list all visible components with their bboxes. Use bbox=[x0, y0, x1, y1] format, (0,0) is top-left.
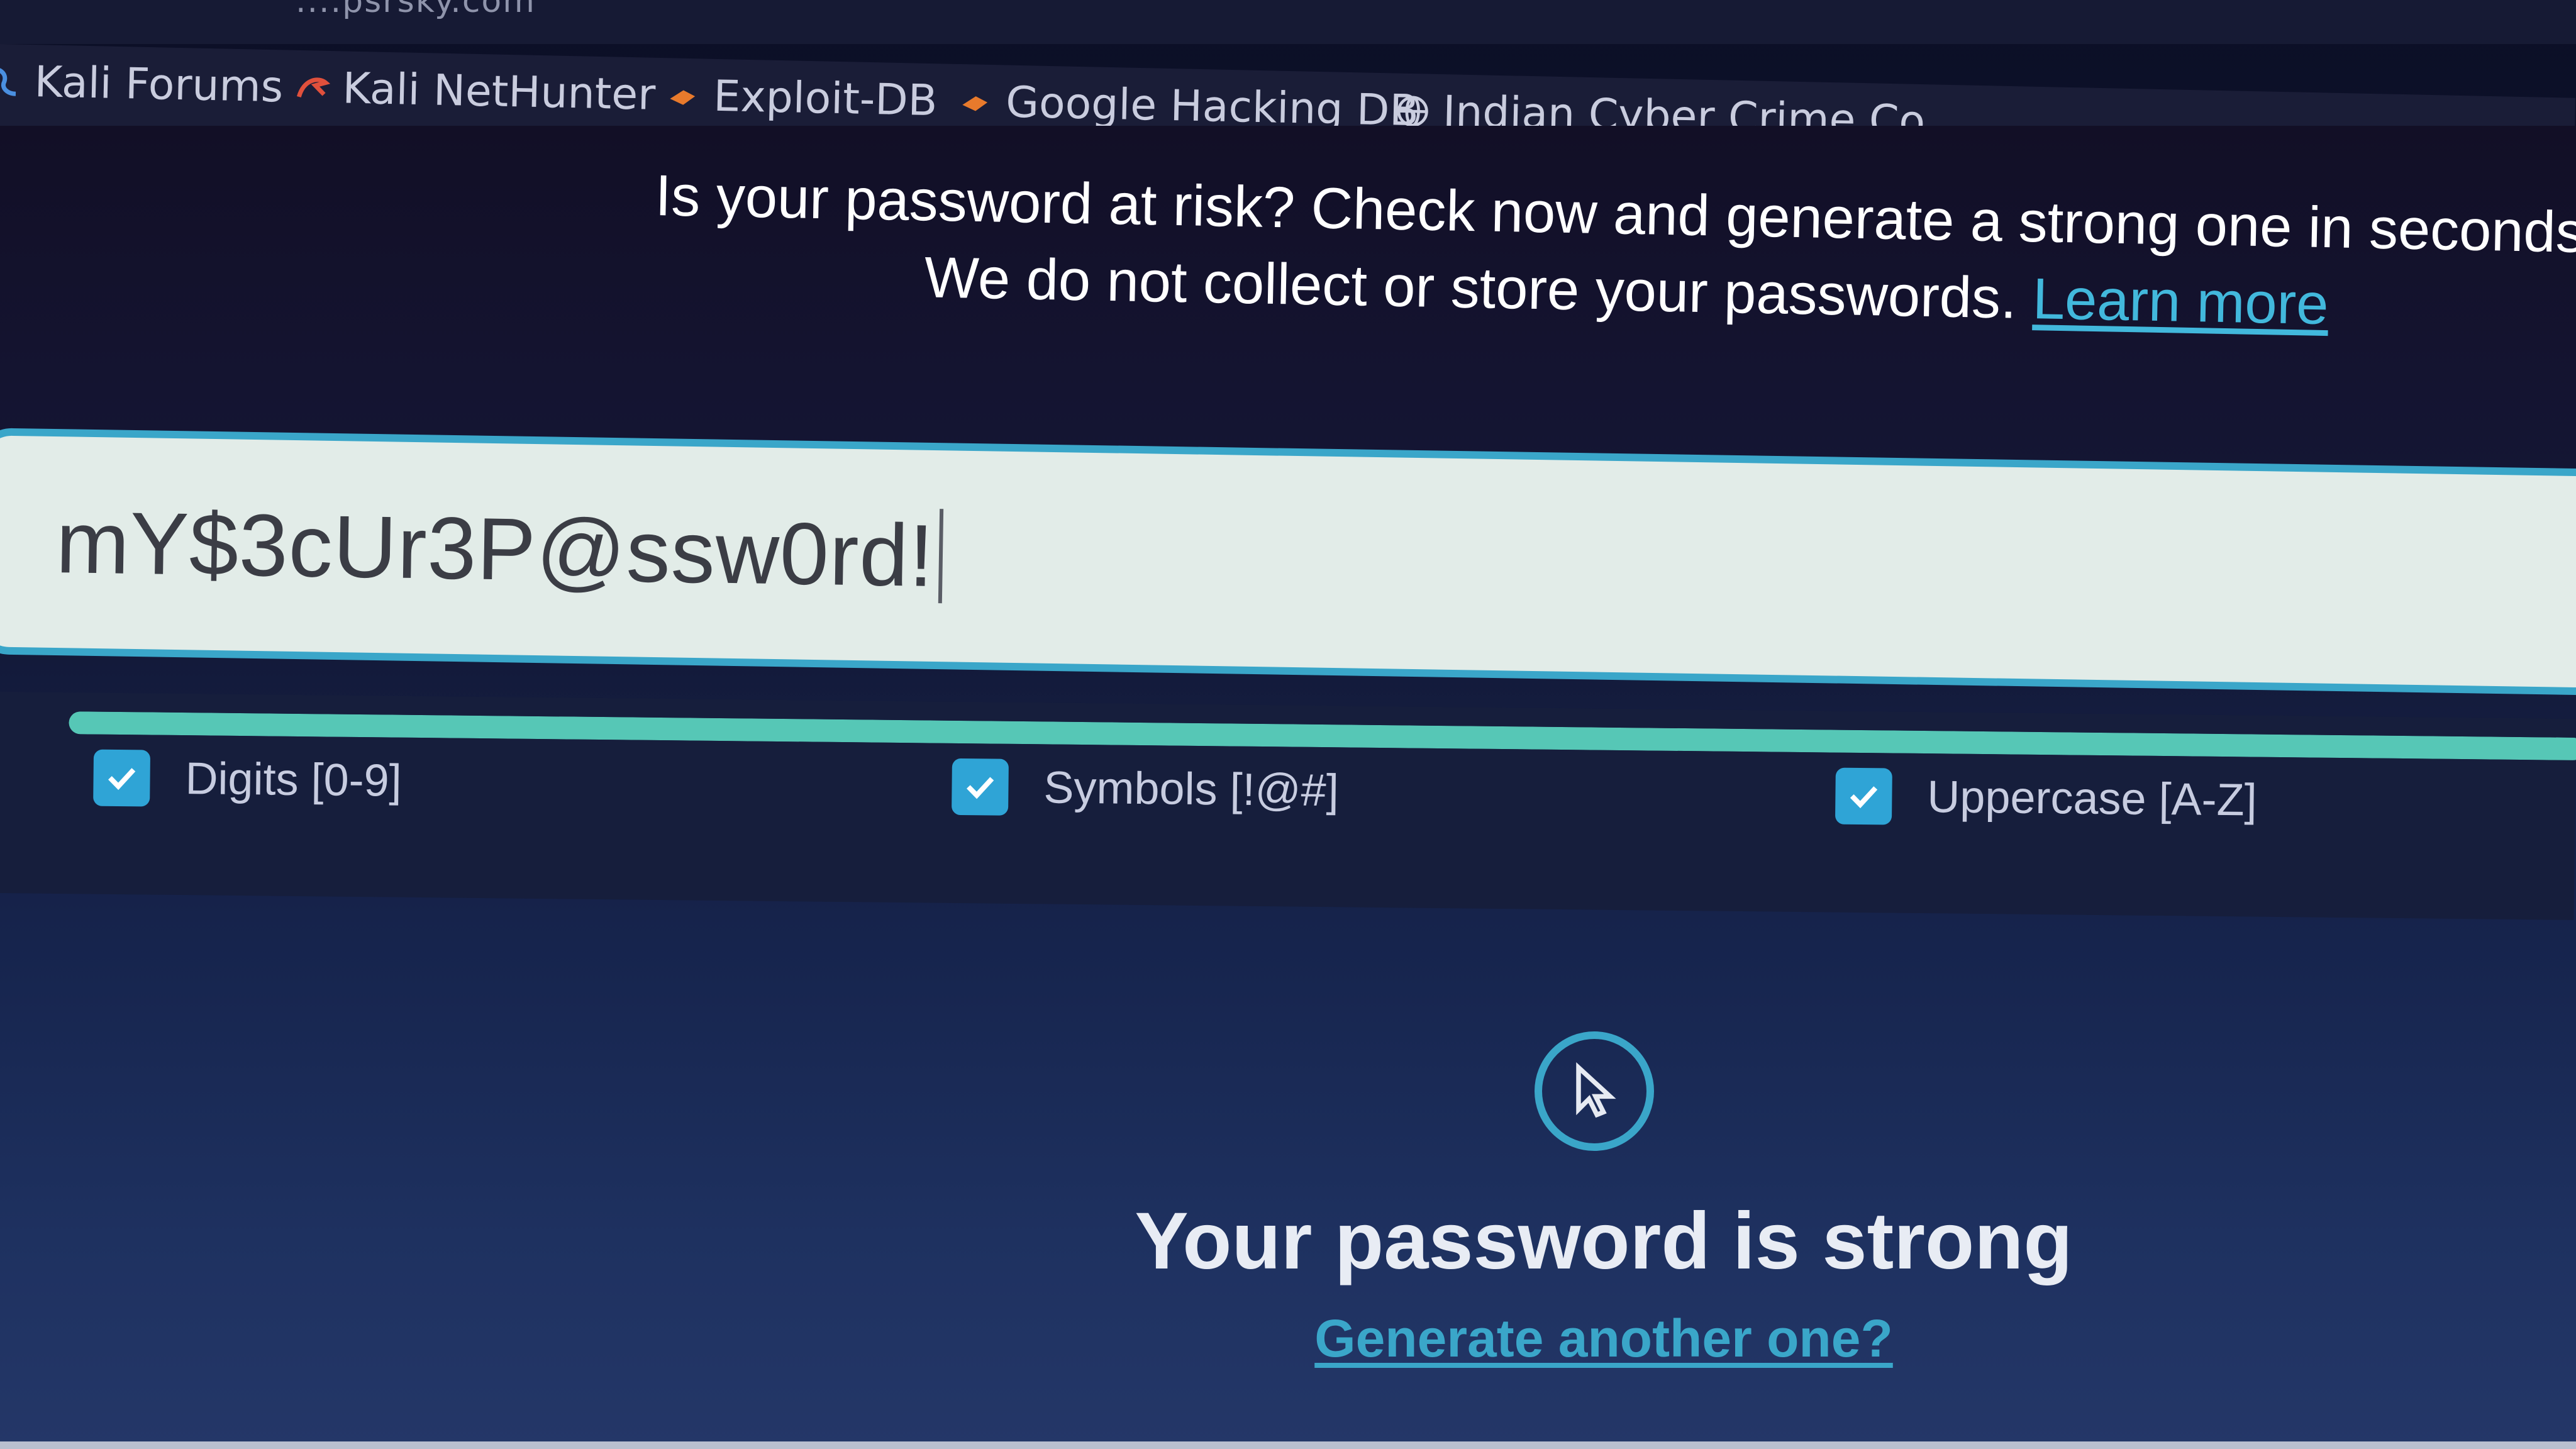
checkbox-digits[interactable] bbox=[93, 749, 151, 807]
criterion-label: Symbols [!@#] bbox=[1043, 762, 1340, 816]
criterion-digits: Digits [0-9] bbox=[93, 749, 402, 809]
checkmark-icon bbox=[966, 777, 994, 799]
bookmark-kali-nethunter[interactable]: Kali NetHunter bbox=[294, 63, 656, 120]
result-icon-circle bbox=[1535, 1031, 1654, 1151]
password-input[interactable]: mY$3cUr3P@ssw0rd! bbox=[0, 428, 2576, 696]
bookmark-label: Kali Forums bbox=[33, 57, 284, 113]
intro-text: Is your password at risk? Check now and … bbox=[651, 157, 2576, 348]
password-value: mY$3cUr3P@ssw0rd! bbox=[55, 492, 935, 605]
bookmark-label: Exploit-DB bbox=[713, 71, 938, 126]
text-caret bbox=[938, 509, 944, 604]
checkbox-uppercase[interactable] bbox=[1835, 767, 1892, 825]
criterion-label: Uppercase [A-Z] bbox=[1926, 772, 2257, 826]
strength-meter-fill bbox=[69, 711, 2576, 761]
bookmark-exploit-db[interactable]: Exploit-DB bbox=[665, 70, 938, 126]
password-field-container: mY$3cUr3P@ssw0rd! bbox=[0, 428, 2576, 696]
password-checker-page: Is your password at risk? Check now and … bbox=[0, 126, 2576, 1449]
checkbox-symbols[interactable] bbox=[952, 758, 1009, 816]
exploit-db-icon bbox=[665, 78, 701, 114]
tab-bar: ....psrsky.com bbox=[0, 0, 2576, 44]
intro-privacy-text: We do not collect or store your password… bbox=[923, 245, 2018, 331]
browser-window: ....psrsky.com Kali Forums Kali NetHunte… bbox=[0, 0, 2576, 1449]
criterion-label: Digits [0-9] bbox=[185, 753, 402, 806]
criterion-symbols: Symbols [!@#] bbox=[952, 758, 1339, 819]
criterion-uppercase: Uppercase [A-Z] bbox=[1835, 767, 2257, 829]
bookmark-kali-forums[interactable]: Kali Forums bbox=[0, 57, 284, 113]
globe-icon bbox=[1395, 93, 1431, 129]
generate-another-link[interactable]: Generate another one? bbox=[975, 1308, 2233, 1369]
checkmark-icon bbox=[1850, 786, 1878, 809]
strength-meter bbox=[69, 711, 2576, 761]
kali-dragon-icon bbox=[0, 64, 22, 99]
ghdb-icon bbox=[958, 84, 994, 119]
strength-panel: Digits [0-9] Symbols [!@#] Uppercase [A-… bbox=[0, 692, 2576, 920]
result-title: Your password is strong bbox=[1135, 1196, 2073, 1286]
bookmark-label: Kali NetHunter bbox=[341, 64, 656, 120]
pointer-cursor-icon bbox=[1576, 1062, 1616, 1118]
learn-more-link[interactable]: Learn more bbox=[2032, 267, 2329, 336]
tab-title[interactable]: ....psrsky.com bbox=[296, 0, 536, 20]
checkmark-icon bbox=[108, 768, 136, 791]
screen-bottom-edge bbox=[0, 1441, 2576, 1449]
nethunter-icon bbox=[294, 70, 331, 106]
